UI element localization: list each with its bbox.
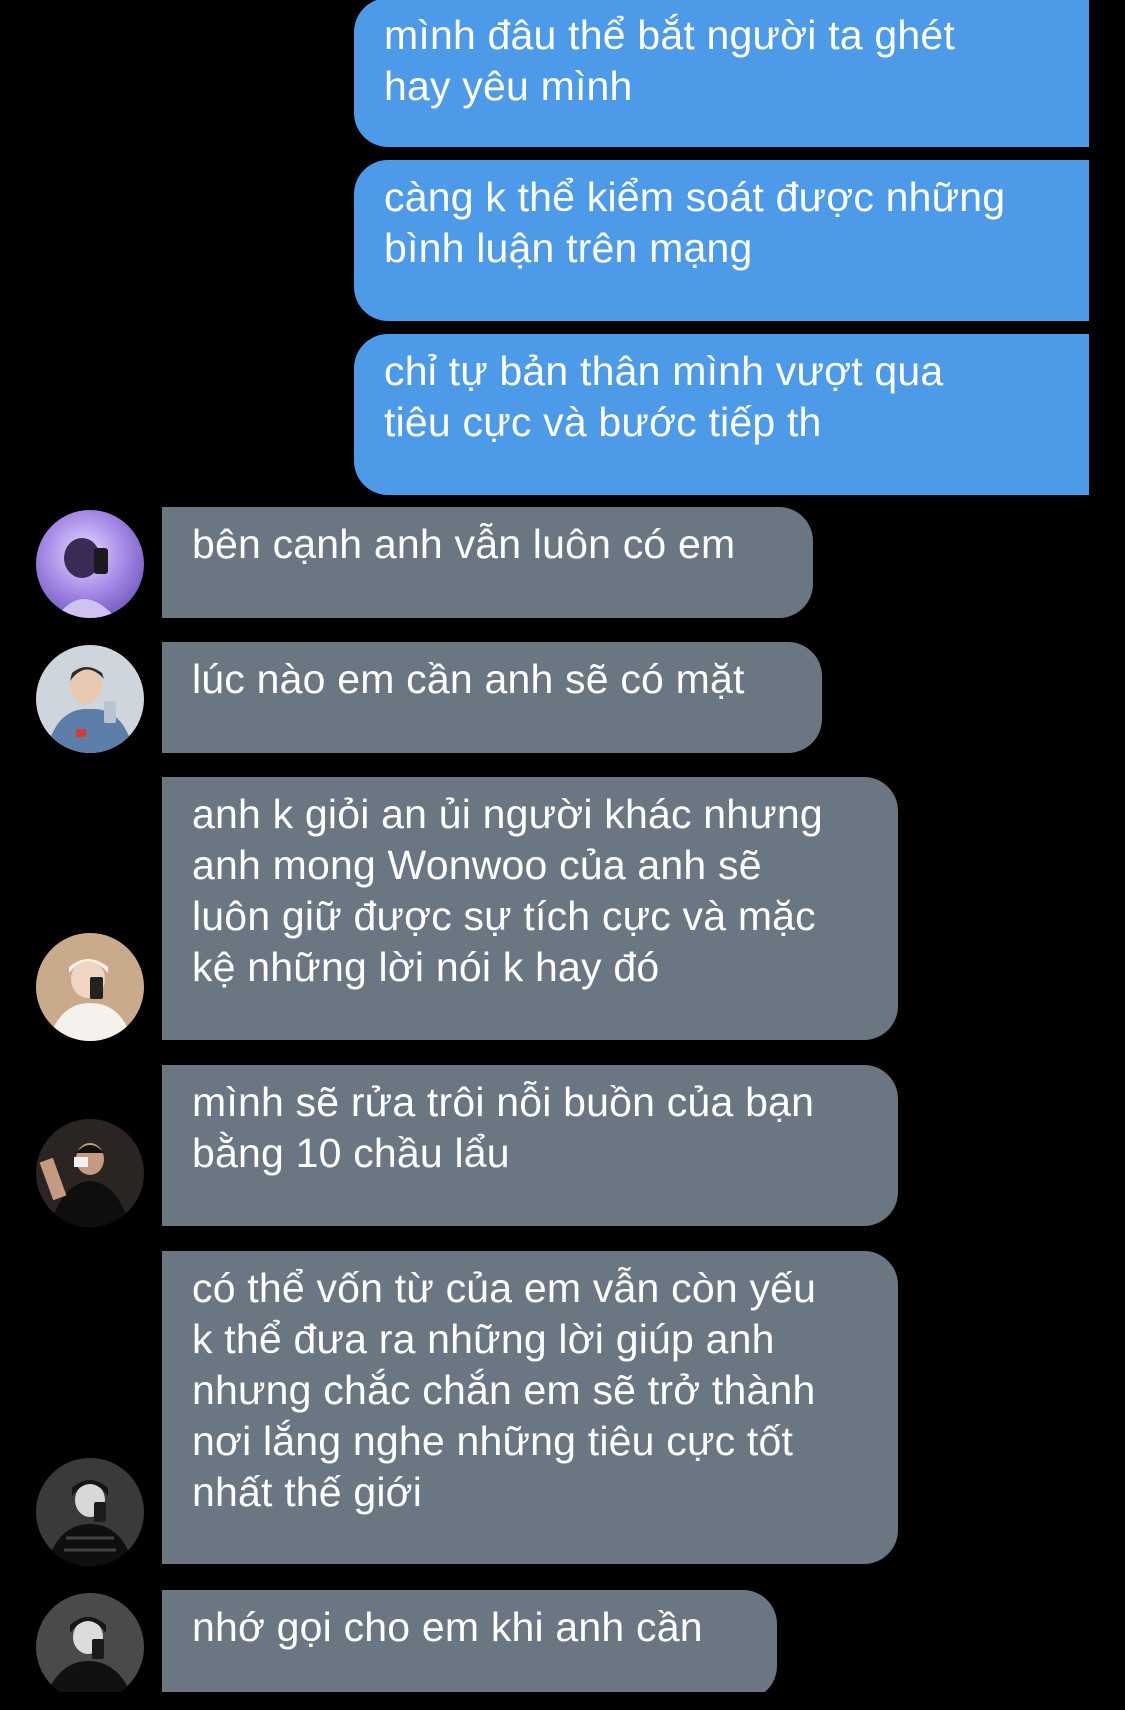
chat-thread[interactable]: mình đâu thể bắt người ta ghét hay yêu m… — [0, 0, 1125, 1710]
incoming-message-bubble[interactable]: bên cạnh anh vẫn luôn có em — [162, 507, 813, 618]
avatar-dark-mirror-image — [36, 1119, 144, 1227]
sender-avatar[interactable] — [36, 510, 144, 618]
avatar-bw-jacket-image — [36, 1458, 144, 1566]
avatar-beanie-selfie-image — [36, 933, 144, 1041]
avatar-denim-selfie-image — [36, 645, 144, 753]
bottom-edge — [0, 1692, 1125, 1710]
outgoing-message-bubble[interactable]: càng k thể kiểm soát được những bình luậ… — [354, 160, 1089, 321]
incoming-message-bubble[interactable]: mình sẽ rửa trôi nỗi buồn của bạn bằng 1… — [162, 1065, 898, 1226]
outgoing-message-bubble[interactable]: chỉ tự bản thân mình vượt qua tiêu cực v… — [354, 334, 1089, 495]
outgoing-message-bubble[interactable]: mình đâu thể bắt người ta ghét hay yêu m… — [354, 0, 1089, 147]
avatar-bw-jacket-image — [36, 1593, 144, 1701]
avatar-purple-selfie-image — [36, 510, 144, 618]
incoming-message-bubble[interactable]: có thể vốn từ của em vẫn còn yếu k thể đ… — [162, 1251, 898, 1564]
sender-avatar[interactable] — [36, 1119, 144, 1227]
sender-avatar[interactable] — [36, 645, 144, 753]
incoming-message-bubble[interactable]: nhớ gọi cho em khi anh cần — [162, 1590, 777, 1700]
incoming-message-bubble[interactable]: lúc nào em cần anh sẽ có mặt — [162, 642, 822, 753]
sender-avatar[interactable] — [36, 1593, 144, 1701]
incoming-message-bubble[interactable]: anh k giỏi an ủi người khác nhưng anh mo… — [162, 777, 898, 1040]
sender-avatar[interactable] — [36, 933, 144, 1041]
sender-avatar[interactable] — [36, 1458, 144, 1566]
